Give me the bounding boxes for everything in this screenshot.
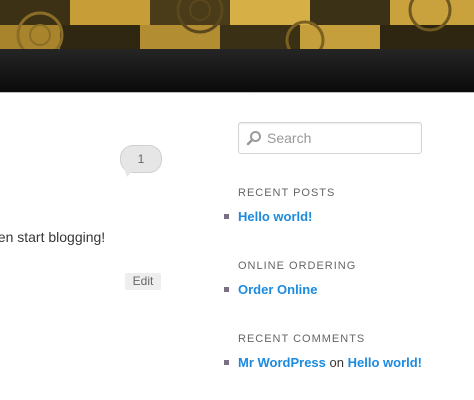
list-bullet	[224, 360, 229, 365]
recent-posts-title: RECENT POSTS	[238, 187, 336, 199]
comment-on-text: on	[329, 355, 344, 370]
post-excerpt: hen start blogging!	[0, 229, 106, 245]
recent-post-item: Hello world!	[224, 209, 312, 224]
recent-post-link[interactable]: Hello world!	[238, 209, 312, 224]
list-bullet	[224, 287, 229, 292]
search-input[interactable]	[267, 123, 417, 153]
recent-comment-item: Mr WordPress on Hello world!	[224, 355, 422, 370]
comment-author-link[interactable]: Mr WordPress	[238, 355, 326, 370]
header-tiles-graphic	[0, 0, 474, 49]
recent-comments-title: RECENT COMMENTS	[238, 333, 366, 345]
order-online-link[interactable]: Order Online	[238, 282, 317, 297]
comment-bubble-tail	[124, 168, 135, 177]
search-box[interactable]	[238, 122, 422, 154]
list-bullet	[224, 214, 229, 219]
edit-link[interactable]: Edit	[125, 273, 161, 290]
search-icon	[246, 130, 262, 151]
online-ordering-title: ONLINE ORDERING	[238, 260, 357, 272]
nav-bar	[0, 49, 474, 93]
header-image	[0, 0, 474, 49]
comment-post-link[interactable]: Hello world!	[348, 355, 422, 370]
online-ordering-item: Order Online	[224, 282, 317, 297]
